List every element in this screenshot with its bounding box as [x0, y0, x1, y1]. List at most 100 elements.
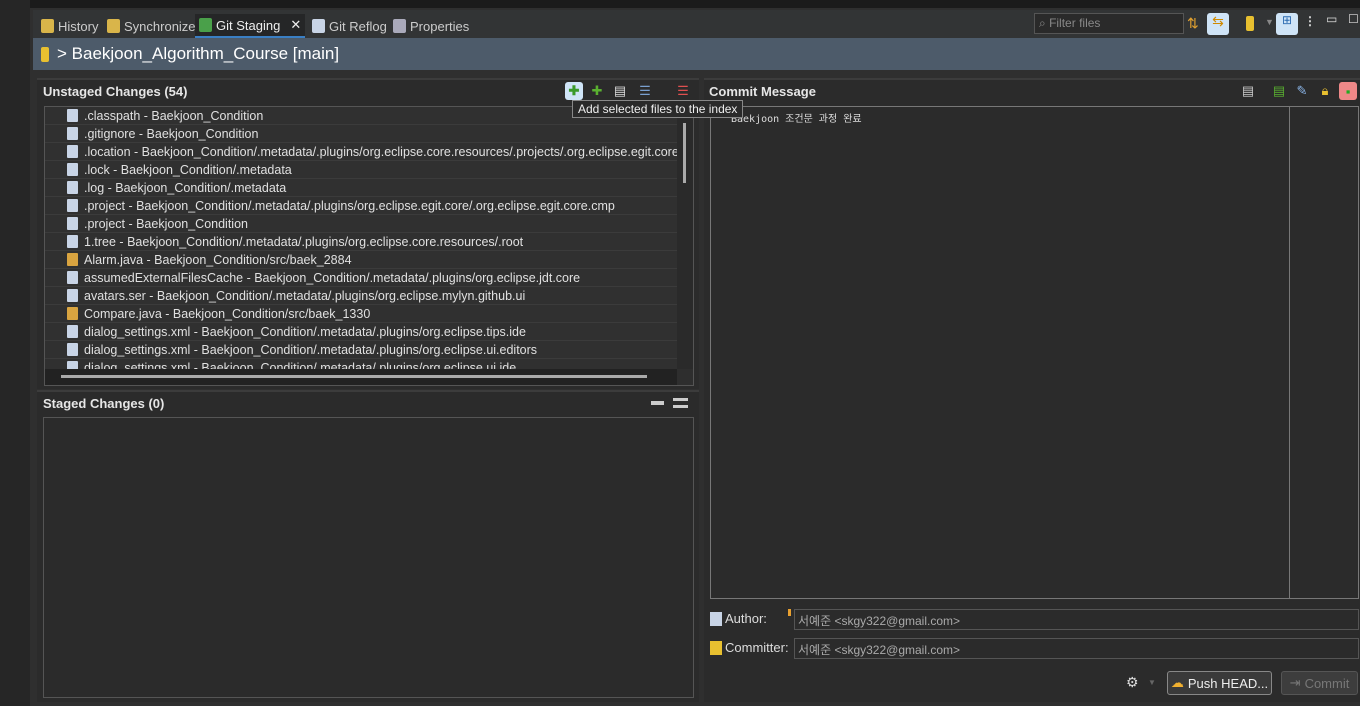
- horizontal-scrollbar[interactable]: [45, 369, 677, 385]
- tab-properties[interactable]: Properties: [389, 14, 473, 38]
- add-signed-off-icon[interactable]: ▤: [1270, 82, 1288, 100]
- ignore-file-icon[interactable]: ▤: [611, 82, 629, 100]
- file-list-item[interactable]: dialog_settings.xml - Baekjoon_Condition…: [45, 341, 677, 359]
- file-label: .lock - Baekjoon_Condition/.metadata: [84, 162, 292, 177]
- scrollbar-thumb[interactable]: [683, 123, 686, 183]
- text-file-icon: [67, 235, 78, 248]
- file-list-item[interactable]: .lock - Baekjoon_Condition/.metadata: [45, 161, 677, 179]
- author-field[interactable]: 서예준 <skgy322@gmail.com>: [794, 609, 1359, 630]
- repository-header: > Baekjoon_Algorithm_Course [main]: [33, 38, 1360, 70]
- xml-file-icon: [67, 199, 78, 212]
- file-label: avatars.ser - Baekjoon_Condition/.metada…: [84, 288, 526, 303]
- text-file-icon: [67, 145, 78, 158]
- link-selection-icon[interactable]: ⇆: [1207, 13, 1229, 35]
- tab-synchronize[interactable]: Synchronize: [103, 14, 200, 38]
- committer-value: 서예준 <skgy322@gmail.com>: [798, 643, 961, 657]
- file-list-item[interactable]: .log - Baekjoon_Condition/.metadata: [45, 179, 677, 197]
- file-list-item[interactable]: Alarm.java - Baekjoon_Condition/src/baek…: [45, 251, 677, 269]
- committer-label: Committer:: [710, 640, 789, 655]
- committer-label-text: Committer:: [725, 640, 789, 655]
- xml-file-icon: [67, 109, 78, 122]
- committer-field[interactable]: 서예준 <skgy322@gmail.com>: [794, 638, 1359, 659]
- vertical-scrollbar[interactable]: [677, 107, 693, 369]
- file-list-item[interactable]: .project - Baekjoon_Condition/.metadata/…: [45, 197, 677, 215]
- add-all-to-index-button[interactable]: ✚: [588, 82, 606, 100]
- file-list-item[interactable]: Compare.java - Baekjoon_Condition/src/ba…: [45, 305, 677, 323]
- commit-message-input[interactable]: Baekjoon 조건문 과정 완료: [710, 106, 1359, 599]
- file-label: .log - Baekjoon_Condition/.metadata: [84, 180, 287, 195]
- file-list-item[interactable]: 1.tree - Baekjoon_Condition/.metadata/.p…: [45, 233, 677, 251]
- unstaged-title: Unstaged Changes (54): [43, 84, 188, 99]
- file-list-item[interactable]: avatars.ser - Baekjoon_Condition/.metada…: [45, 287, 677, 305]
- file-label: .location - Baekjoon_Condition/.metadata…: [84, 144, 677, 159]
- file-label: dialog_settings.xml - Baekjoon_Condition…: [84, 324, 526, 339]
- file-label: .classpath - Baekjoon_Condition: [84, 108, 264, 123]
- text-file-icon: [67, 289, 78, 302]
- scrollbar-thumb[interactable]: [61, 375, 647, 378]
- commit-icon: ⇥: [1289, 675, 1301, 690]
- xml-file-icon: [67, 217, 78, 230]
- tab-label: History: [58, 18, 99, 34]
- file-label: assumedExternalFilesCache - Baekjoon_Con…: [84, 270, 581, 285]
- change-id-icon[interactable]: ▪: [1339, 82, 1357, 100]
- history-icon: [41, 19, 54, 33]
- left-sidebar: [0, 0, 30, 706]
- view-menu-icon[interactable]: ⋮: [1304, 14, 1316, 28]
- commit-message-title: Commit Message: [709, 84, 816, 99]
- remove-all-from-index-button[interactable]: [673, 398, 688, 408]
- refresh-icon[interactable]: ⇅: [1187, 15, 1199, 32]
- maximize-icon[interactable]: ☐: [1348, 12, 1359, 26]
- close-icon[interactable]: ✕: [290, 17, 301, 33]
- repository-icon[interactable]: [1246, 16, 1254, 31]
- margin-line: [1289, 107, 1290, 598]
- java-file-icon: [67, 307, 78, 320]
- properties-icon: [393, 19, 406, 33]
- file-label: .project - Baekjoon_Condition/.metadata/…: [84, 198, 615, 213]
- remove-from-index-button[interactable]: [651, 401, 664, 405]
- add-to-index-button[interactable]: ✚: [565, 82, 583, 100]
- author-label: Author:: [710, 611, 767, 626]
- committer-icon: [710, 640, 722, 655]
- spell-check-icon[interactable]: ▤: [1239, 82, 1257, 100]
- java-file-icon: [67, 253, 78, 266]
- sort-icon[interactable]: ☰: [674, 82, 692, 100]
- staged-title: Staged Changes (0): [43, 396, 165, 411]
- presentation-icon[interactable]: ☰: [636, 82, 654, 100]
- lock-icon[interactable]: 🔒︎: [1316, 82, 1334, 100]
- file-label: Alarm.java - Baekjoon_Condition/src/baek…: [84, 252, 352, 267]
- file-list-item[interactable]: dialog_settings.xml - Baekjoon_Condition…: [45, 323, 677, 341]
- tab-git-reflog[interactable]: Git Reflog: [308, 14, 391, 38]
- editor-area-edge: [30, 0, 1360, 8]
- file-list-item[interactable]: assumedExternalFilesCache - Baekjoon_Con…: [45, 269, 677, 287]
- layout-icon[interactable]: ⊞: [1276, 13, 1298, 35]
- file-label: dialog_settings.xml - Baekjoon_Condition…: [84, 360, 517, 370]
- file-list-item[interactable]: .gitignore - Baekjoon_Condition: [45, 125, 677, 143]
- push-label: Push HEAD...: [1187, 675, 1269, 691]
- file-label: Compare.java - Baekjoon_Condition/src/ba…: [84, 306, 371, 321]
- repository-icon: [41, 46, 49, 62]
- unstaged-file-list: .classpath - Baekjoon_Condition .gitignor…: [44, 106, 694, 386]
- amend-icon[interactable]: ✎: [1293, 82, 1311, 100]
- commit-button[interactable]: ⇥ Commit: [1281, 671, 1358, 695]
- file-list-item[interactable]: dialog_settings.xml - Baekjoon_Condition…: [45, 359, 677, 369]
- text-file-icon: [67, 163, 78, 176]
- author-label-text: Author:: [725, 611, 767, 626]
- file-list-item[interactable]: .project - Baekjoon_Condition: [45, 215, 677, 233]
- chevron-down-icon[interactable]: ▼: [1265, 17, 1274, 27]
- tab-git-staging[interactable]: Git Staging ✕: [195, 14, 306, 38]
- staged-file-list: [43, 417, 694, 698]
- settings-gear-icon[interactable]: ⚙: [1126, 674, 1139, 691]
- commit-message-text: Baekjoon 조건문 과정 완료: [731, 114, 862, 125]
- minimize-icon[interactable]: ▭: [1326, 12, 1337, 26]
- content-assist-icon: [788, 609, 791, 616]
- chevron-down-icon[interactable]: ▼: [1148, 678, 1156, 687]
- file-list-item[interactable]: .location - Baekjoon_Condition/.metadata…: [45, 143, 677, 161]
- file-label: .gitignore - Baekjoon_Condition: [84, 126, 259, 141]
- tab-history[interactable]: History: [37, 14, 102, 38]
- xml-file-icon: [67, 343, 78, 356]
- push-head-button[interactable]: ☁ Push HEAD...: [1167, 671, 1272, 695]
- filter-files-input[interactable]: ⌕ Filter files: [1034, 13, 1184, 34]
- git-reflog-icon: [312, 19, 325, 33]
- text-file-icon: [67, 181, 78, 194]
- git-staging-icon: [199, 18, 212, 32]
